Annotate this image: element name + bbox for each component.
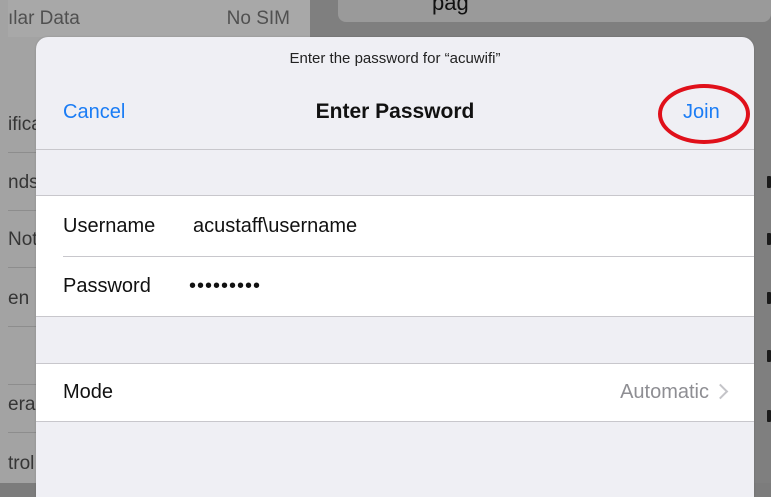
sheet-title: Enter Password [315, 100, 475, 123]
settings-row-label: nds [8, 172, 39, 193]
password-prompt: Enter the password for “acuwifi” [289, 49, 501, 67]
detail-card-background [338, 0, 771, 22]
lock-icon [767, 292, 771, 304]
password-label: Password [63, 274, 151, 297]
lock-icon [767, 350, 771, 362]
cellular-data-label: ılar Data [8, 7, 80, 29]
mode-value: Automatic [620, 381, 709, 403]
settings-row-label: Not [8, 229, 38, 250]
sheet-navigation-bar: Cancel Enter Password Join [36, 79, 754, 150]
username-field[interactable]: acustaff\username [193, 215, 357, 238]
password-row[interactable]: Password ••••••••• [36, 256, 754, 316]
credentials-group: Username acustaff\username Password ••••… [36, 195, 754, 317]
mode-group: Mode Automatic [36, 363, 754, 422]
username-row[interactable]: Username acustaff\username [36, 196, 754, 256]
join-highlight-circle [658, 84, 750, 144]
cellular-data-row[interactable]: ılar Data No SIM [8, 0, 310, 37]
lock-icon [767, 176, 771, 188]
password-field[interactable]: ••••••••• [189, 275, 261, 298]
lock-icon [767, 233, 771, 245]
settings-row-label: era [8, 394, 36, 415]
username-label: Username [63, 214, 156, 237]
enter-password-sheet: Enter the password for “acuwifi” Cancel … [36, 37, 754, 497]
overlay-caption-fragment: pag [432, 0, 469, 15]
settings-row-label: trol [8, 453, 35, 474]
cellular-data-value: No SIM [226, 7, 290, 29]
settings-row-label: en [8, 288, 30, 309]
chevron-right-icon [712, 383, 729, 400]
lock-icon [767, 410, 771, 422]
mode-label: Mode [63, 381, 114, 403]
mode-row[interactable]: Mode Automatic [36, 364, 754, 421]
